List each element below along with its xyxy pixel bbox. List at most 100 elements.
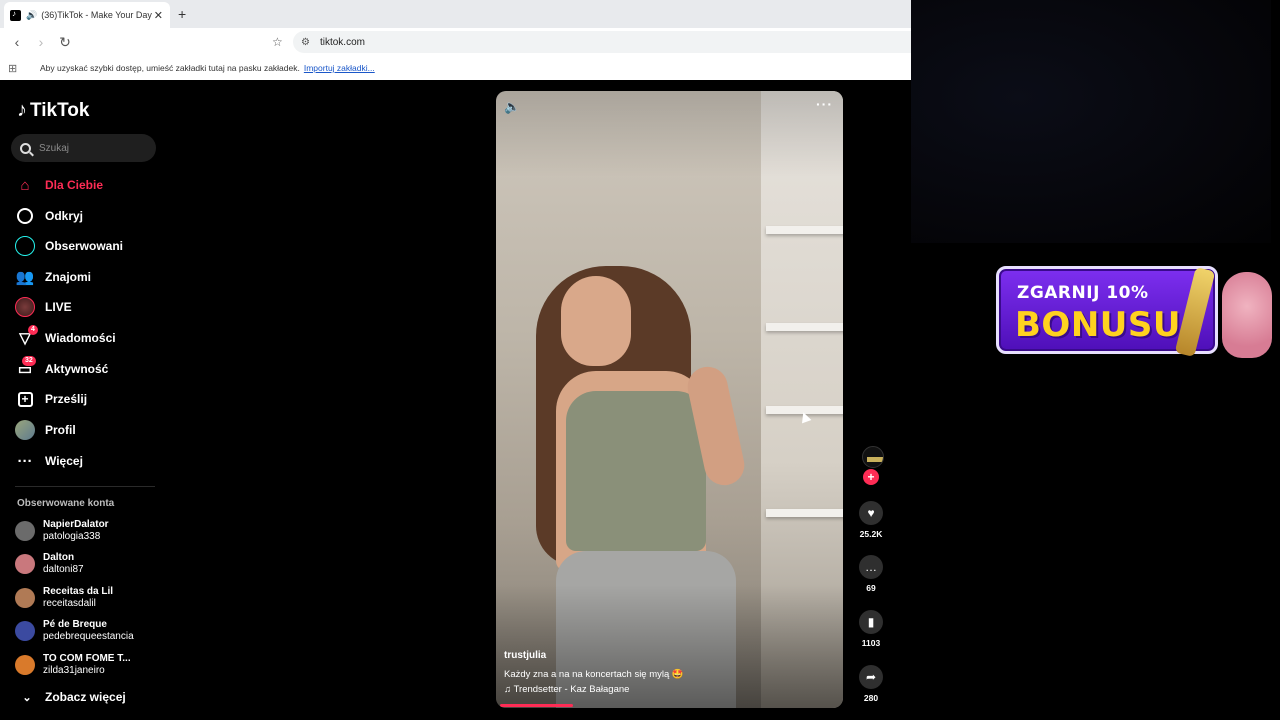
profile-icon — [15, 420, 35, 440]
friends-icon: 👥 — [15, 269, 35, 286]
more-dots-icon: ··· — [17, 452, 33, 470]
search-input[interactable] — [39, 142, 139, 154]
browser-window: 🔊 (36)TikTok - Make Your Day ✕ + ‹ › ↻ ☆… — [0, 0, 911, 80]
volume-icon[interactable]: 🔈 — [504, 99, 520, 115]
share-action[interactable]: ➦ 280 — [859, 665, 883, 703]
nav-friends[interactable]: 👥 Znajomi — [15, 266, 91, 288]
save-count: 1103 — [861, 638, 881, 648]
nav-for-you[interactable]: ⌂ Dla Ciebie — [15, 174, 103, 196]
webcam-overlay — [911, 0, 1271, 243]
avatar — [15, 521, 35, 541]
account-handle: zilda31janeiro — [43, 665, 105, 676]
back-icon[interactable]: ‹ — [10, 34, 24, 50]
tab-close-icon[interactable]: ✕ — [154, 9, 163, 22]
search-box[interactable] — [11, 134, 156, 162]
nav-more[interactable]: ··· Więcej — [15, 450, 83, 472]
browser-tab[interactable]: 🔊 (36)TikTok - Make Your Day ✕ — [4, 2, 170, 28]
save-action[interactable]: ▮ 1103 — [859, 610, 883, 648]
bookmark-icon[interactable]: ▮ — [859, 610, 883, 634]
video-player[interactable]: 🔈 ··· trustjulia Każdy zna a na na konce… — [496, 91, 843, 708]
share-icon[interactable]: ➦ — [859, 665, 883, 689]
video-progress-bar[interactable] — [500, 704, 573, 707]
following-icon — [15, 236, 35, 256]
site-info-icon[interactable]: ⚙ — [301, 37, 310, 48]
creator-avatar[interactable] — [862, 446, 884, 468]
tiktok-favicon-icon — [10, 9, 21, 21]
search-icon[interactable] — [20, 142, 31, 154]
compass-icon — [15, 206, 35, 226]
nav-explore[interactable]: Odkryj — [15, 205, 83, 227]
reload-icon[interactable]: ↻ — [58, 34, 72, 51]
share-count: 280 — [863, 693, 879, 703]
heart-icon[interactable]: ♥ — [859, 501, 883, 525]
nav-label: Prześlij — [45, 392, 88, 406]
bookmarks-bar: ⊞ Aby uzyskać szybki dostęp, umieść zakł… — [0, 56, 911, 80]
tab-title: (36)TikTok - Make Your Day — [41, 10, 152, 20]
nav-label: Odkryj — [45, 209, 84, 223]
account-handle: patologia338 — [43, 531, 101, 542]
promo-mascot-icon — [1222, 272, 1272, 358]
bookmarks-hint: Aby uzyskać szybki dostęp, umieść zakład… — [40, 63, 300, 73]
import-bookmarks-link[interactable]: Importuj zakładki... — [304, 63, 375, 73]
following-account[interactable]: TO COM FOME T... zilda31janeiro — [15, 651, 131, 679]
follow-plus-icon[interactable]: + — [863, 469, 879, 485]
promo-line2: BONUSU — [1015, 305, 1181, 345]
tiktok-note-icon: ♪ — [17, 99, 27, 121]
comment-icon[interactable]: … — [859, 555, 883, 579]
account-name: Receitas da Lil — [43, 586, 114, 597]
following-account[interactable]: NapierDalator patologia338 — [15, 517, 109, 545]
like-count: 25.2K — [859, 529, 883, 539]
nav-live[interactable]: LIVE — [15, 296, 72, 318]
tiktok-logo[interactable]: ♪ TikTok — [17, 99, 89, 122]
avatar — [15, 554, 35, 574]
tab-audio-icon[interactable]: 🔊 — [26, 10, 37, 21]
video-music[interactable]: ♫ Trendsetter - Kaz Bałagane — [504, 684, 629, 695]
nav-upload[interactable]: + Prześlij — [15, 388, 87, 410]
nav-label: LIVE — [45, 300, 72, 314]
live-icon — [15, 297, 35, 317]
apps-grid-icon[interactable]: ⊞ — [8, 62, 22, 75]
tab-strip: 🔊 (36)TikTok - Make Your Day ✕ + — [0, 0, 911, 28]
inbox-icon: ▽ 4 — [15, 325, 38, 348]
logo-text: TikTok — [30, 99, 90, 121]
see-more-button[interactable]: ⌄ Zobacz więcej — [17, 690, 126, 704]
promo-line1: ZGARNIJ 10% — [1017, 283, 1149, 303]
comment-count: 69 — [866, 583, 876, 593]
video-author[interactable]: trustjulia — [504, 650, 546, 661]
nav-label: Dla Ciebie — [45, 178, 104, 192]
forward-icon[interactable]: › — [34, 34, 48, 50]
avatar — [15, 655, 35, 675]
following-account[interactable]: Pé de Breque pedebrequeestancia — [15, 617, 134, 645]
messages-badge: 4 — [28, 325, 38, 335]
browser-toolbar: ‹ › ↻ ☆ ⚙ tiktok.com — [0, 28, 911, 56]
account-handle: daltoni87 — [43, 564, 84, 575]
account-handle: pedebrequeestancia — [43, 631, 134, 642]
upload-icon: + — [15, 389, 35, 409]
nav-label: Profil — [45, 423, 76, 437]
account-name: Dalton — [43, 552, 75, 563]
new-tab-button[interactable]: + — [178, 6, 186, 22]
url-text[interactable]: tiktok.com — [320, 37, 365, 48]
following-accounts-title: Obserwowane konta — [17, 498, 115, 509]
video-more-options-icon[interactable]: ··· — [816, 96, 833, 112]
nav-label: Aktywność — [45, 362, 109, 376]
like-action[interactable]: ♥ 25.2K — [859, 501, 883, 539]
account-name: TO COM FOME T... — [43, 653, 131, 664]
see-more-label: Zobacz więcej — [45, 690, 126, 704]
nav-messages[interactable]: ▽ 4 Wiadomości — [15, 325, 116, 349]
nav-following[interactable]: Obserwowani — [15, 235, 123, 257]
activity-icon: ▭ 32 — [15, 356, 36, 379]
account-handle: receitasdalil — [43, 598, 96, 609]
bookmark-icon[interactable]: ☆ — [272, 35, 283, 49]
video-caption: Każdy zna a na na koncertach się mylą 🤩 — [504, 669, 684, 680]
nav-profile[interactable]: Profil — [15, 419, 76, 441]
following-account[interactable]: Dalton daltoni87 — [15, 550, 84, 578]
comment-action[interactable]: … 69 — [859, 555, 883, 593]
account-name: NapierDalator — [43, 519, 109, 530]
address-bar[interactable]: ⚙ tiktok.com — [293, 31, 911, 53]
chevron-down-icon: ⌄ — [22, 691, 32, 704]
home-icon: ⌂ — [20, 176, 30, 194]
nav-activity[interactable]: ▭ 32 Aktywność — [15, 356, 109, 380]
avatar — [15, 588, 35, 608]
following-account[interactable]: Receitas da Lil receitasdalil — [15, 584, 113, 612]
